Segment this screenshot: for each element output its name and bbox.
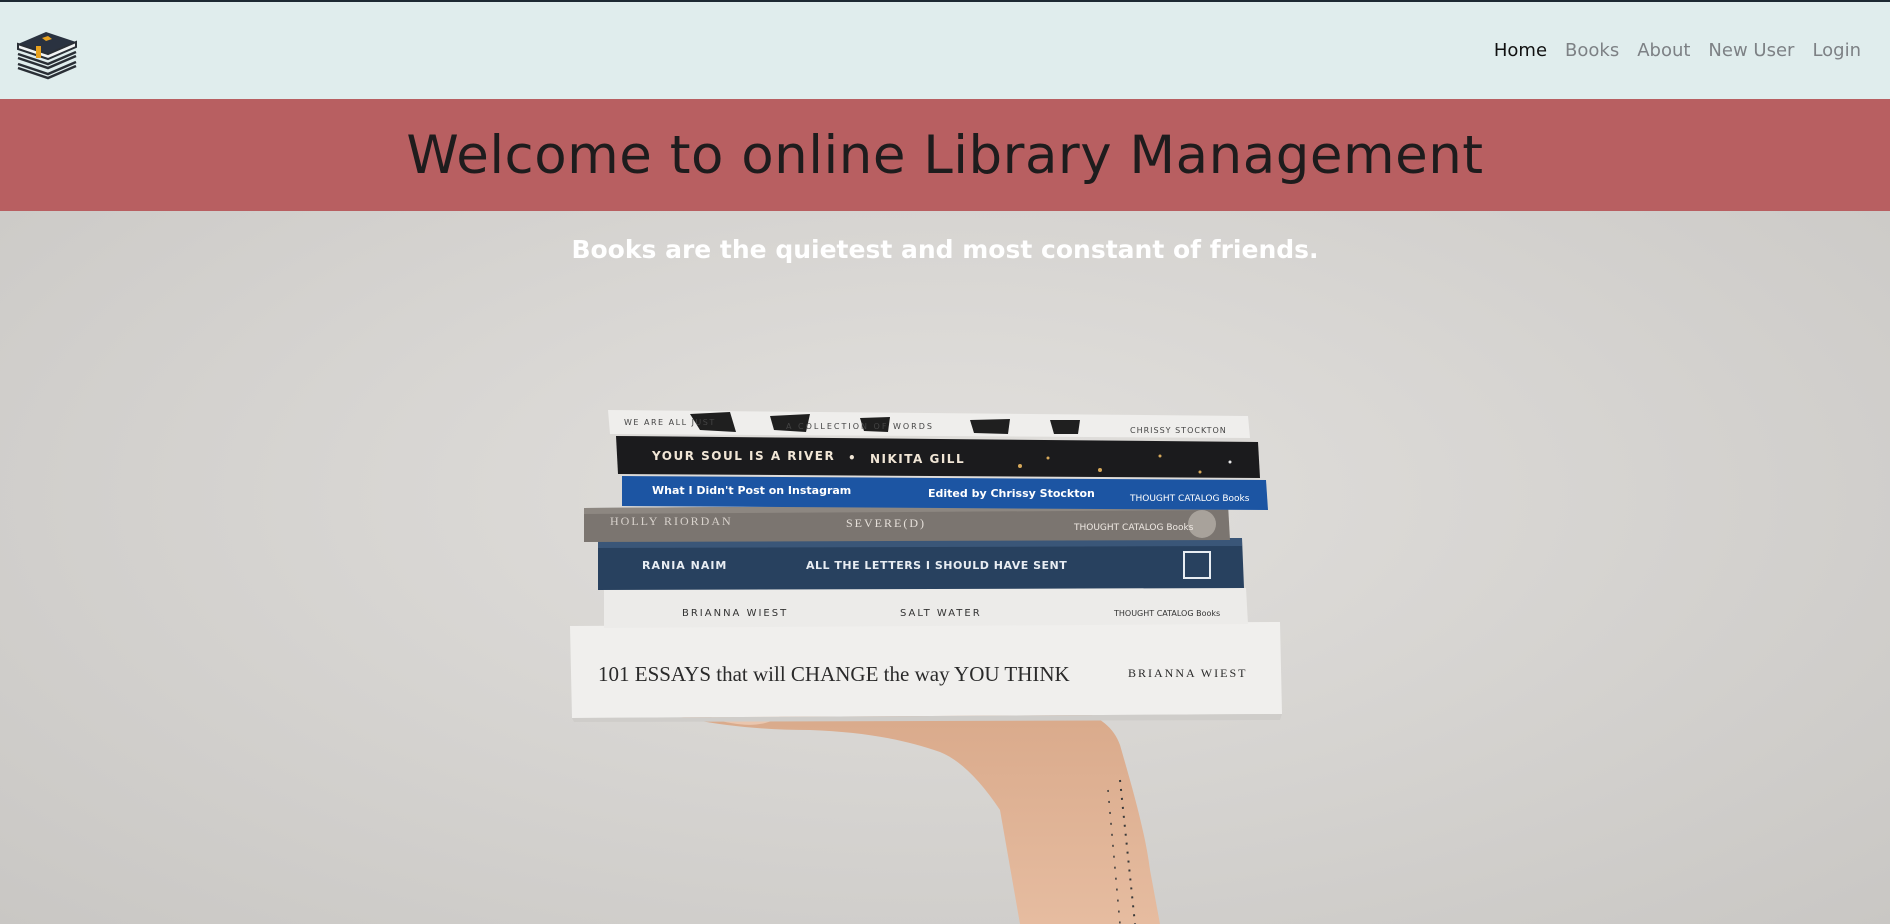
hero-banner: Welcome to online Library Management — [0, 99, 1890, 211]
book-7-title: 101 ESSAYS that will CHANGE the way YOU … — [598, 662, 1070, 686]
book-spine-7: 101 ESSAYS that will CHANGE the way YOU … — [570, 622, 1282, 722]
book-spine-3: What I Didn't Post on Instagram Edited b… — [622, 476, 1268, 510]
book-4-publisher: THOUGHT CATALOG Books — [1073, 523, 1194, 533]
nav-books-link[interactable]: Books — [1556, 40, 1628, 61]
book-3-editor: Edited by Chrissy Stockton — [928, 487, 1095, 500]
book-4-author: HOLLY RIORDAN — [610, 514, 733, 528]
nav-login-link[interactable]: Login — [1803, 40, 1870, 61]
book-spine-1: WE ARE ALL JUST A COLLECTION OF WORDS CH… — [608, 410, 1250, 438]
book-1-title-end: A COLLECTION OF WORDS — [786, 422, 934, 431]
book-5-author: RANIA NAIM — [642, 559, 727, 572]
book-spine-5: RANIA NAIM ALL THE LETTERS I SHOULD HAVE… — [598, 538, 1244, 590]
book-spine-6: BRIANNA WIEST SALT WATER THOUGHT CATALOG… — [604, 588, 1248, 628]
navbar: Home Books About New User Login — [0, 2, 1890, 99]
book-2-title: YOUR SOUL IS A RIVER — [651, 449, 835, 463]
nav-about-link[interactable]: About — [1628, 40, 1699, 61]
book-spine-2: YOUR SOUL IS A RIVER • NIKITA GILL — [616, 436, 1260, 478]
nav-links: Home Books About New User Login — [1485, 40, 1870, 61]
book-spine-4: HOLLY RIORDAN SEVERE(D) THOUGHT CATALOG … — [584, 504, 1230, 542]
hero-quote: Books are the quietest and most constant… — [571, 235, 1319, 264]
book-1-title-start: WE ARE ALL JUST — [624, 418, 716, 427]
book-3-title: What I Didn't Post on Instagram — [652, 484, 851, 497]
book-7-author: BRIANNA WIEST — [1128, 666, 1247, 680]
nav-home-link[interactable]: Home — [1485, 40, 1556, 61]
book-6-publisher: THOUGHT CATALOG Books — [1113, 609, 1220, 618]
book-3-publisher: THOUGHT CATALOG Books — [1129, 494, 1250, 504]
book-6-title: SALT WATER — [900, 608, 982, 619]
nav-new-user-link[interactable]: New User — [1699, 40, 1803, 61]
page-title: Welcome to online Library Management — [406, 124, 1484, 186]
book-6-author: BRIANNA WIEST — [682, 608, 788, 619]
book-2-separator: • — [848, 451, 856, 465]
book-5-title: ALL THE LETTERS I SHOULD HAVE SENT — [806, 559, 1067, 572]
stacked-books-icon[interactable] — [14, 24, 78, 80]
book-1-author: CHRISSY STOCKTON — [1130, 426, 1227, 435]
hand-illustration — [640, 700, 1160, 924]
book-2-author: NIKITA GILL — [870, 452, 965, 466]
book-4-title: SEVERE(D) — [846, 516, 926, 530]
book-stack-photo: 101 ESSAYS that will CHANGE the way YOU … — [570, 410, 1282, 924]
